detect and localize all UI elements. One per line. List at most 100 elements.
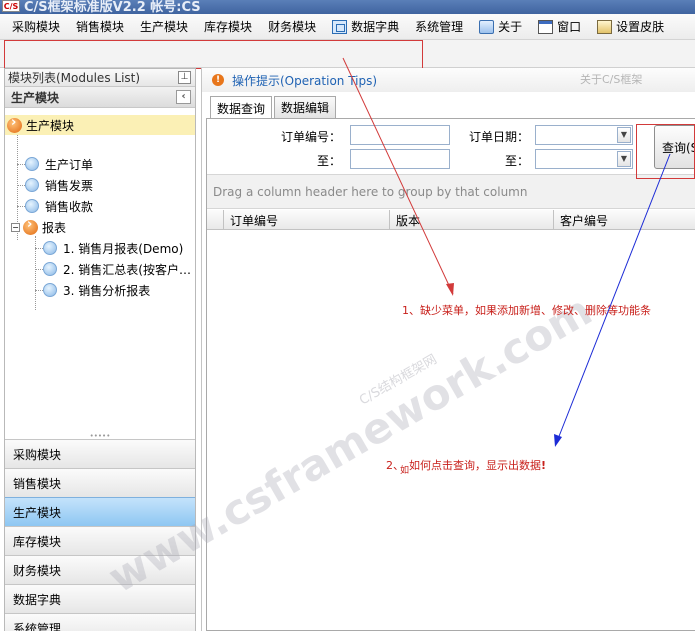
title-bar: C/S C/S框架标准版V2.2 帐号:CS bbox=[0, 0, 695, 14]
report-node-icon bbox=[43, 241, 57, 255]
order-no-to-input[interactable] bbox=[350, 149, 450, 169]
order-no-from-input[interactable] bbox=[350, 125, 450, 145]
menu-bar: 采购模块 销售模块 生产模块 库存模块 财务模块 数据字典 系统管理 关于 窗口… bbox=[0, 14, 695, 40]
tree-node-label: 销售发票 bbox=[45, 178, 94, 193]
order-date-from-input[interactable]: ▼ bbox=[535, 125, 633, 145]
menu-system[interactable]: 系统管理 bbox=[407, 16, 471, 38]
operation-tips-link[interactable]: 操作提示(Operation Tips) bbox=[232, 72, 377, 89]
annotation-box-query bbox=[636, 124, 695, 179]
form-node-icon bbox=[25, 199, 39, 213]
tree-node-report-summary[interactable]: 2. 销售汇总表(按客户… bbox=[43, 259, 191, 279]
about-framework-link[interactable]: 关于C/S框架 bbox=[580, 71, 642, 87]
tree-node-production-order[interactable]: 生产订单 bbox=[25, 154, 93, 174]
tree-node-label: 3. 销售分析报表 bbox=[63, 283, 151, 298]
report-node-icon bbox=[43, 283, 57, 297]
menu-inventory[interactable]: 库存模块 bbox=[196, 16, 260, 38]
module-group-header: 生产模块 ‹ bbox=[5, 87, 195, 108]
window-icon bbox=[538, 19, 554, 34]
grid-indicator-column bbox=[207, 210, 224, 230]
menu-label: 设置皮肤 bbox=[616, 20, 665, 34]
menu-production[interactable]: 生产模块 bbox=[132, 16, 196, 38]
menu-data-dictionary[interactable]: 数据字典 bbox=[324, 16, 407, 38]
menu-label: 系统管理 bbox=[415, 20, 464, 34]
order-date-to-input[interactable]: ▼ bbox=[535, 149, 633, 169]
module-node-icon bbox=[23, 217, 38, 235]
tab-data-edit[interactable]: 数据编辑 bbox=[274, 96, 337, 118]
order-date-label: 订单日期： bbox=[468, 130, 529, 144]
order-no-label: 订单编号： bbox=[280, 130, 341, 144]
column-label: 订单编号 bbox=[230, 213, 279, 228]
annotation-note-2: 2、如如何点击查询，显示出数据! bbox=[386, 457, 547, 476]
menu-window[interactable]: 窗口 bbox=[530, 16, 589, 38]
menu-purchase[interactable]: 采购模块 bbox=[4, 16, 68, 38]
pin-icon[interactable]: ⊥ bbox=[178, 71, 191, 84]
operation-tips-bar: ! 操作提示(Operation Tips) 关于C/S框架 bbox=[202, 68, 695, 92]
nav-label: 采购模块 bbox=[13, 447, 62, 462]
modules-panel-title: 模块列表(Modules List) bbox=[8, 71, 141, 85]
menu-finance[interactable]: 财务模块 bbox=[260, 16, 324, 38]
nav-label: 生产模块 bbox=[13, 505, 62, 520]
annotation-note-1: 1、缺少菜单，如果添加新增、修改、删除等功能条 bbox=[402, 304, 651, 317]
column-header-version[interactable]: 版本 bbox=[390, 210, 554, 230]
nav-label: 系统管理 bbox=[13, 621, 62, 631]
menu-label: 生产模块 bbox=[140, 20, 189, 34]
tree-node-sales-invoice[interactable]: 销售发票 bbox=[25, 175, 93, 195]
tree-node-reports[interactable]: − 报表 bbox=[11, 217, 66, 237]
modules-panel: 模块列表(Modules List) ⊥ 生产模块 ‹ 生产模块 生产订单 销售… bbox=[4, 68, 196, 631]
order-no-to-label: 至： bbox=[316, 154, 341, 168]
tree-node-label: 1. 销售月报表(Demo) bbox=[63, 241, 184, 256]
module-node-icon bbox=[7, 115, 22, 133]
module-group-title: 生产模块 bbox=[11, 90, 60, 105]
tree-node-label: 报表 bbox=[42, 220, 67, 235]
column-header-customer-no[interactable]: 客户编号 bbox=[554, 210, 695, 230]
window-title: C/S框架标准版V2.2 帐号:CS bbox=[24, 0, 201, 14]
about-icon bbox=[479, 19, 495, 34]
tab-data-query[interactable]: 数据查询 bbox=[210, 96, 273, 119]
nav-data-dictionary[interactable]: 数据字典 bbox=[5, 584, 195, 613]
nav-label: 销售模块 bbox=[13, 476, 62, 491]
collapse-icon[interactable]: ‹ bbox=[176, 90, 191, 104]
tab-strip: 数据查询 数据编辑 bbox=[210, 96, 338, 119]
tree-node-report-analysis[interactable]: 3. 销售分析报表 bbox=[43, 280, 150, 300]
nav-label: 库存模块 bbox=[13, 534, 62, 549]
tree-node-sales-receipt[interactable]: 销售收款 bbox=[25, 196, 93, 216]
module-tree: 生产模块 生产订单 销售发票 销售收款 − 报表 1. 销售月报表(Demo) … bbox=[5, 108, 195, 433]
menu-label: 采购模块 bbox=[12, 20, 61, 34]
nav-inventory[interactable]: 库存模块 bbox=[5, 526, 195, 555]
tab-label: 数据编辑 bbox=[281, 101, 330, 115]
content-panel: ! 操作提示(Operation Tips) 关于C/S框架 数据查询 数据编辑… bbox=[201, 68, 695, 631]
column-header-order-no[interactable]: 订单编号 bbox=[224, 210, 390, 230]
tree-node-label: 生产订单 bbox=[45, 157, 94, 172]
group-by-panel[interactable]: Drag a column header here to group by th… bbox=[207, 174, 695, 209]
menu-about[interactable]: 关于 bbox=[471, 16, 530, 38]
menu-sales[interactable]: 销售模块 bbox=[68, 16, 132, 38]
tree-node-label: 销售收款 bbox=[45, 199, 94, 214]
nav-purchase[interactable]: 采购模块 bbox=[5, 439, 195, 468]
nav-sales[interactable]: 销售模块 bbox=[5, 468, 195, 497]
order-date-to-label: 至： bbox=[504, 154, 529, 168]
chevron-down-icon[interactable]: ▼ bbox=[617, 151, 631, 167]
menu-label: 窗口 bbox=[557, 20, 582, 34]
modules-panel-header: 模块列表(Modules List) ⊥ bbox=[5, 69, 195, 87]
nav-label: 数据字典 bbox=[13, 592, 62, 607]
chevron-down-icon[interactable]: ▼ bbox=[617, 127, 631, 143]
warning-icon: ! bbox=[212, 74, 224, 86]
search-area: 订单编号： 至： 订单日期： ▼ 至： ▼ 查询(S bbox=[207, 119, 695, 173]
menu-skin[interactable]: 设置皮肤 bbox=[589, 16, 672, 38]
nav-system[interactable]: 系统管理 bbox=[5, 613, 195, 631]
form-node-icon bbox=[25, 178, 39, 192]
tab-label: 数据查询 bbox=[217, 101, 266, 116]
column-label: 客户编号 bbox=[560, 213, 609, 228]
tree-expander[interactable]: − bbox=[11, 222, 20, 232]
annotation-note-2-mark: ! bbox=[541, 459, 547, 472]
nav-production[interactable]: 生产模块 bbox=[5, 497, 195, 526]
group-by-hint: Drag a column header here to group by th… bbox=[213, 184, 528, 199]
tree-node-label: 生产模块 bbox=[26, 118, 75, 133]
report-node-icon bbox=[43, 262, 57, 276]
column-label: 版本 bbox=[396, 213, 421, 228]
annotation-note-2-small: 如 bbox=[400, 466, 410, 476]
tree-node-report-monthly[interactable]: 1. 销售月报表(Demo) bbox=[43, 238, 183, 258]
nav-finance[interactable]: 财务模块 bbox=[5, 555, 195, 584]
tree-node-production[interactable]: 生产模块 bbox=[5, 115, 195, 135]
menu-label: 销售模块 bbox=[76, 20, 125, 34]
